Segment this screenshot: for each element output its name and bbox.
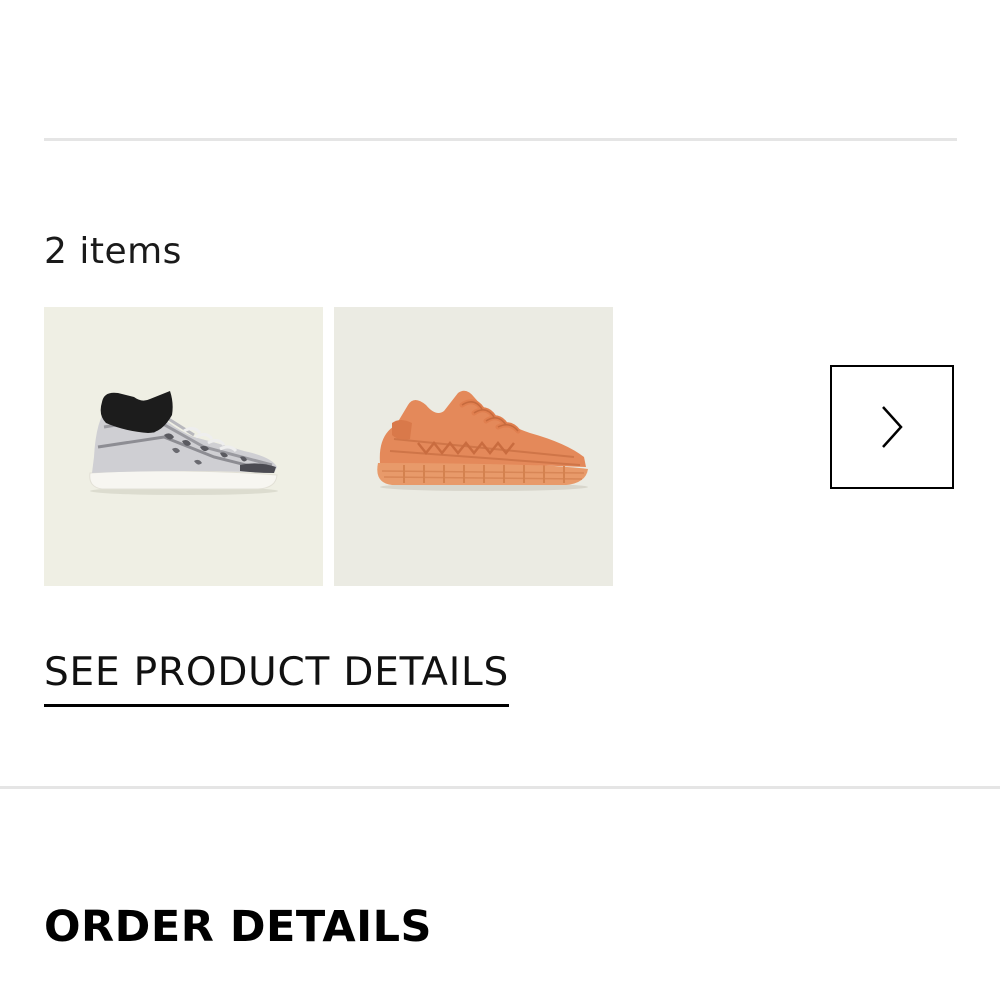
chevron-right-icon — [882, 406, 903, 448]
order-details-heading: ORDER DETAILS — [44, 902, 433, 952]
product-tile-1[interactable] — [44, 307, 323, 586]
top-divider — [44, 138, 957, 141]
product-tile-2[interactable] — [334, 307, 613, 586]
carousel-next-button[interactable] — [830, 365, 954, 489]
orange-knit-sneaker-image — [334, 307, 613, 586]
see-product-details-link[interactable]: SEE PRODUCT DETAILS — [44, 648, 510, 707]
bottom-divider — [0, 786, 1000, 789]
items-count: 2 items — [44, 231, 182, 272]
white-black-knit-sneaker-image — [44, 307, 323, 586]
